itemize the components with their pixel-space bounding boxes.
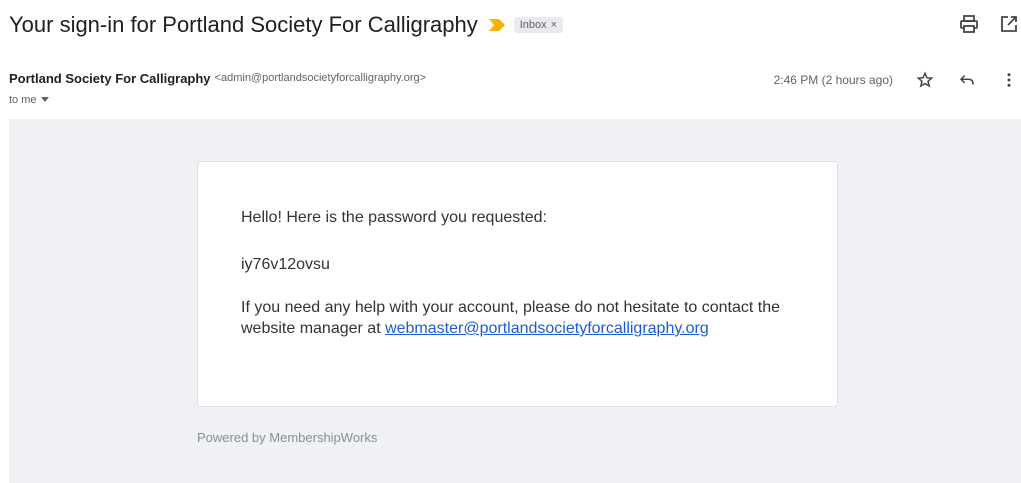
email-subject: Your sign-in for Portland Society For Ca… (9, 12, 478, 37)
inbox-label-chip[interactable]: Inbox × (513, 17, 564, 33)
subject-row: Your sign-in for Portland Society For Ca… (9, 8, 564, 42)
remove-label-icon[interactable]: × (551, 19, 557, 31)
message-meta: 2:46 PM (2 hours ago) (774, 68, 1021, 92)
print-icon[interactable] (957, 12, 981, 36)
star-icon[interactable] (913, 68, 937, 92)
sender-email: <admin@portlandsocietyforcalligraphy.org… (214, 72, 427, 84)
label-text: Inbox (519, 19, 547, 31)
more-vert-icon[interactable] (997, 68, 1021, 92)
powered-by-footer: Powered by MembershipWorks (197, 430, 378, 445)
top-actions (957, 12, 1021, 36)
greeting-text: Hello! Here is the password you requeste… (241, 209, 547, 226)
dropdown-caret-icon[interactable] (40, 94, 49, 106)
sender-name: Portland Society For Calligraphy (9, 70, 211, 86)
help-paragraph: If you need any help with your account, … (241, 297, 811, 339)
open-in-new-window-icon[interactable] (997, 12, 1021, 36)
message-body: Hello! Here is the password you requeste… (9, 119, 1021, 483)
sender-row: Portland Society For Calligraphy <admin@… (9, 68, 1021, 88)
timestamp: 2:46 PM (2 hours ago) (773, 73, 893, 87)
webmaster-email-link[interactable]: webmaster@portlandsocietyforcalligraphy.… (385, 320, 709, 337)
reply-icon[interactable] (955, 68, 979, 92)
message-card: Hello! Here is the password you requeste… (197, 161, 838, 407)
recipient-label: to me (9, 94, 37, 106)
importance-marker-icon[interactable] (488, 18, 506, 32)
password-text: iy76v12ovsu (241, 256, 330, 273)
recipient-row[interactable]: to me (9, 94, 49, 106)
